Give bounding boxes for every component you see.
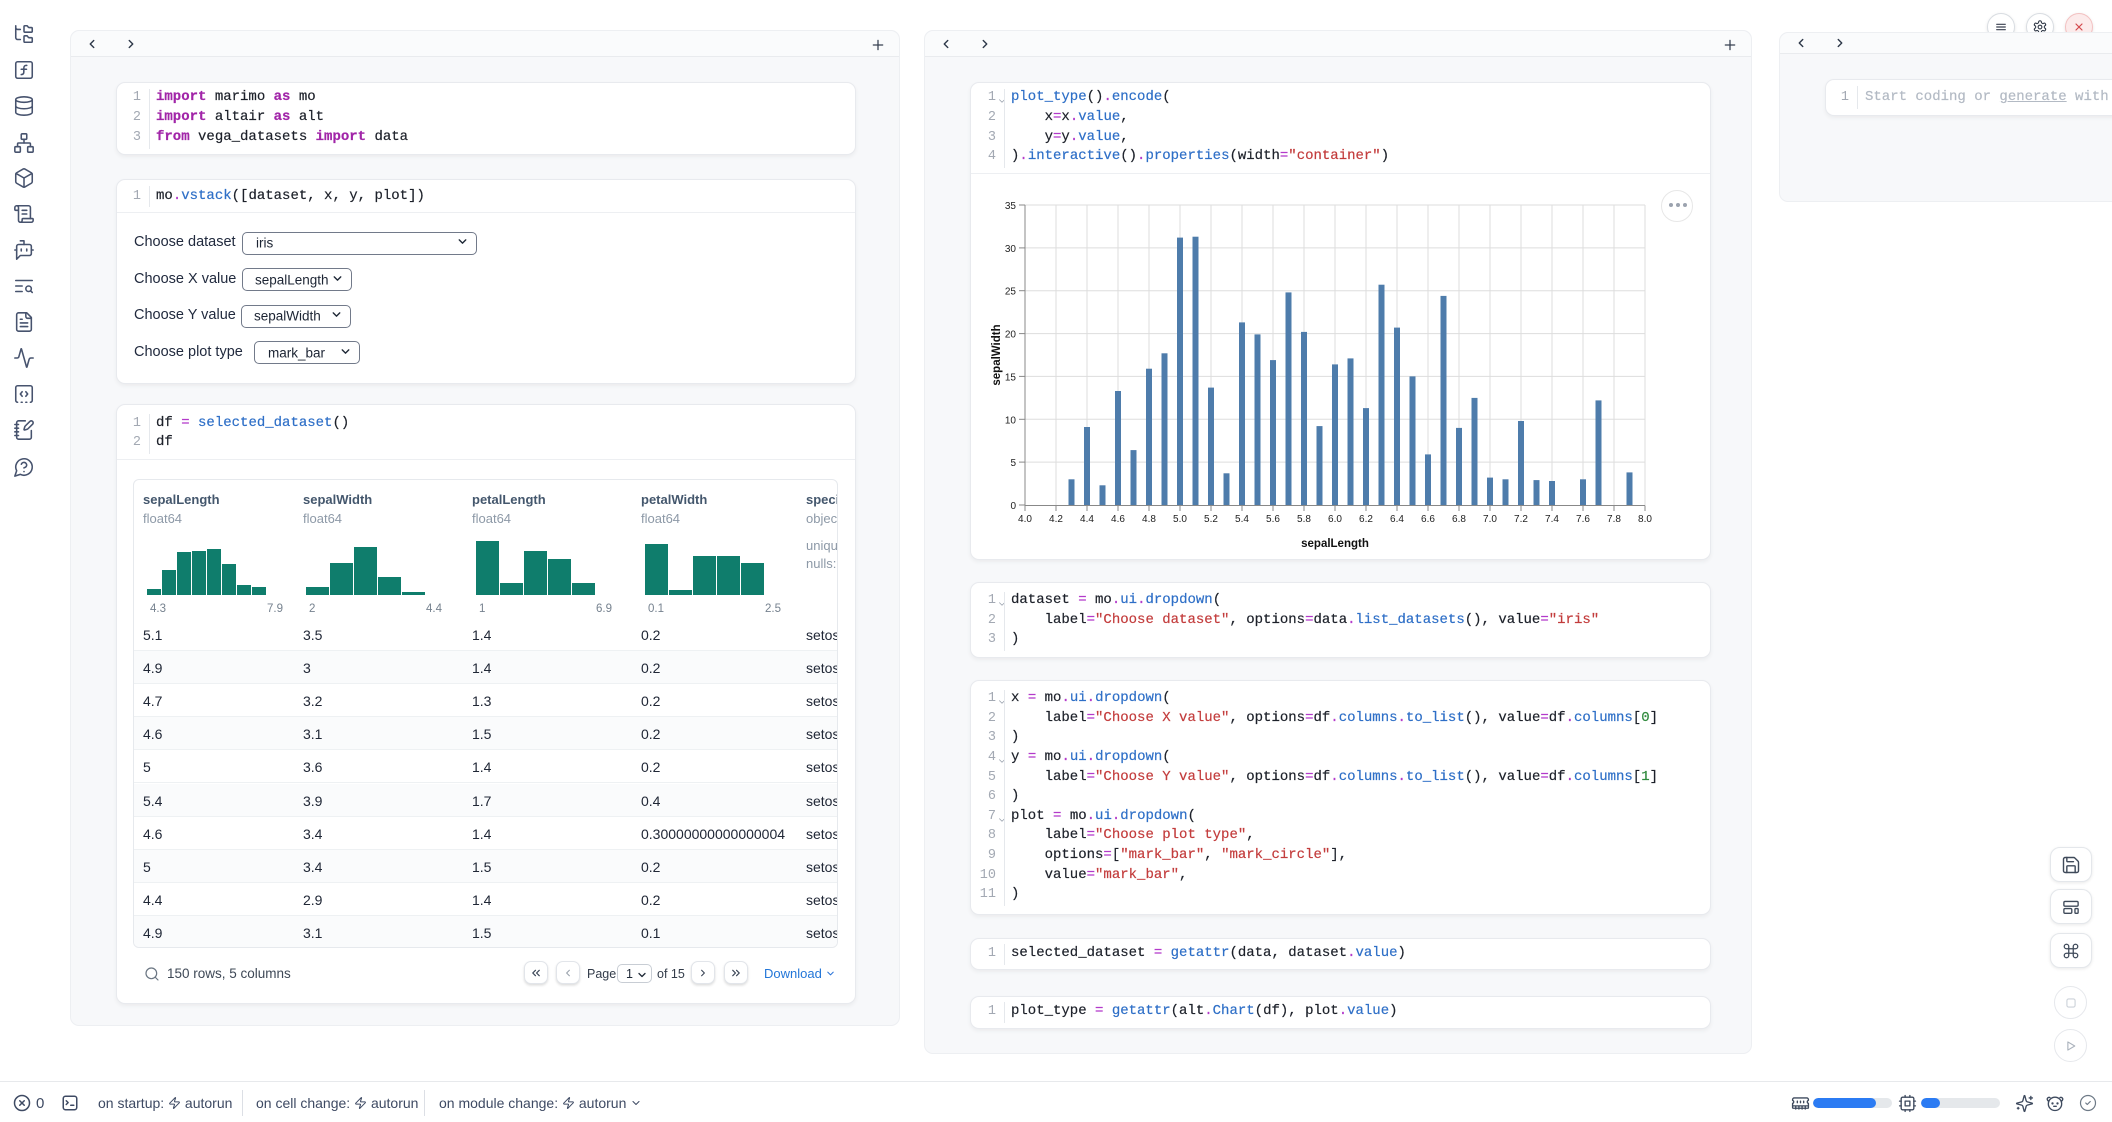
svg-text:25: 25 <box>1005 287 1017 298</box>
svg-text:7.6: 7.6 <box>1576 514 1590 525</box>
svg-text:5.8: 5.8 <box>1297 514 1311 525</box>
svg-text:8.0: 8.0 <box>1638 514 1652 525</box>
svg-text:6.4: 6.4 <box>1390 514 1404 525</box>
svg-text:6.6: 6.6 <box>1421 514 1435 525</box>
svg-text:6.8: 6.8 <box>1452 514 1466 525</box>
svg-text:4.0: 4.0 <box>1018 514 1032 525</box>
svg-text:5.2: 5.2 <box>1204 514 1218 525</box>
svg-text:6.2: 6.2 <box>1359 514 1373 525</box>
svg-text:20: 20 <box>1005 330 1017 341</box>
svg-text:6.0: 6.0 <box>1328 514 1342 525</box>
svg-text:5.4: 5.4 <box>1235 514 1249 525</box>
svg-text:30: 30 <box>1005 244 1017 255</box>
svg-text:7.4: 7.4 <box>1545 514 1559 525</box>
svg-text:15: 15 <box>1005 372 1017 383</box>
svg-text:5.6: 5.6 <box>1266 514 1280 525</box>
svg-text:5.0: 5.0 <box>1173 514 1187 525</box>
svg-text:0: 0 <box>1010 501 1016 512</box>
svg-text:4.8: 4.8 <box>1142 514 1156 525</box>
svg-text:10: 10 <box>1005 415 1017 426</box>
svg-text:7.0: 7.0 <box>1483 514 1497 525</box>
svg-text:4.4: 4.4 <box>1080 514 1094 525</box>
svg-text:7.8: 7.8 <box>1607 514 1621 525</box>
svg-text:35: 35 <box>1005 201 1017 212</box>
svg-text:7.2: 7.2 <box>1514 514 1528 525</box>
svg-text:sepalLength: sepalLength <box>1301 538 1369 550</box>
svg-text:5: 5 <box>1010 458 1016 469</box>
svg-text:4.2: 4.2 <box>1049 514 1063 525</box>
svg-text:4.6: 4.6 <box>1111 514 1125 525</box>
svg-text:sepalWidth: sepalWidth <box>991 324 1003 385</box>
